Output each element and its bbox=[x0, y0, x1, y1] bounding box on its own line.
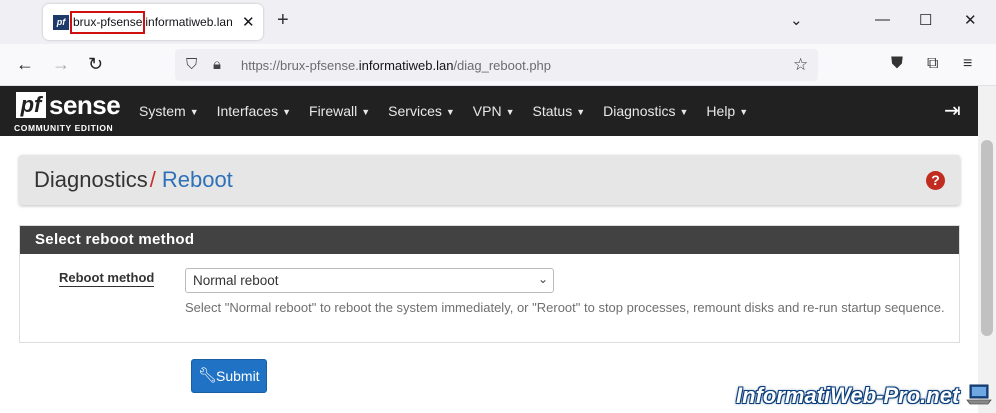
nav-label: Diagnostics bbox=[603, 103, 676, 119]
menu-icon[interactable]: ≡ bbox=[963, 55, 972, 73]
nav-vpn[interactable]: VPN ▼ bbox=[464, 86, 524, 136]
tab-title-rest: informatiweb.lan bbox=[145, 15, 233, 29]
nav-label: Services bbox=[388, 103, 442, 119]
extensions-icon[interactable]: ⧉ bbox=[927, 55, 938, 73]
close-window-icon[interactable]: ✕ bbox=[964, 11, 977, 29]
watermark-laptop-icon bbox=[966, 384, 992, 405]
reboot-method-help: Select "Normal reboot" to reboot the sys… bbox=[185, 300, 945, 315]
nav-firewall[interactable]: Firewall ▼ bbox=[300, 86, 379, 136]
nav-services[interactable]: Services ▼ bbox=[379, 86, 464, 136]
breadcrumb: Diagnostics/Reboot ? bbox=[19, 155, 960, 205]
caret-down-icon: ▼ bbox=[576, 107, 586, 117]
breadcrumb-section[interactable]: Diagnostics bbox=[34, 167, 148, 192]
main-nav: System ▼ Interfaces ▼ Firewall ▼ Services ▼ … bbox=[130, 86, 757, 136]
caret-down-icon: ▼ bbox=[505, 107, 515, 117]
nav-help[interactable]: Help ▼ bbox=[697, 86, 757, 136]
nav-label: Interfaces bbox=[216, 103, 279, 119]
lock-icon[interactable]: 🔒︎ bbox=[213, 56, 221, 73]
page-title: Diagnostics/Reboot bbox=[34, 167, 233, 193]
caret-down-icon: ▼ bbox=[445, 107, 455, 117]
bookmark-star-icon[interactable]: ☆ bbox=[793, 55, 808, 75]
caret-down-icon: ▼ bbox=[739, 107, 749, 117]
caret-down-icon: ▼ bbox=[189, 107, 199, 117]
breadcrumb-separator: / bbox=[149, 167, 156, 192]
url-path: /diag_reboot.php bbox=[453, 58, 552, 73]
caret-down-icon: ▼ bbox=[282, 107, 292, 117]
reboot-method-label: Reboot method bbox=[59, 270, 155, 287]
submit-label: Submit bbox=[216, 368, 260, 384]
reboot-method-select[interactable]: Normal reboot ⌄ bbox=[185, 268, 554, 293]
url-prefix: https://brux-pfsense. bbox=[241, 58, 359, 73]
reload-icon[interactable]: ↻ bbox=[88, 55, 103, 73]
nav-label: Status bbox=[532, 103, 573, 119]
browser-tab[interactable]: pf brux-pfsense informatiweb.lan ✕ bbox=[43, 4, 263, 40]
help-icon[interactable]: ? bbox=[926, 171, 945, 190]
nav-label: VPN bbox=[472, 103, 502, 119]
minimize-icon[interactable]: — bbox=[875, 11, 890, 28]
caret-down-icon: ▼ bbox=[679, 107, 689, 117]
nav-label: Help bbox=[706, 103, 736, 119]
maximize-icon[interactable]: ☐ bbox=[919, 11, 932, 29]
tab-list-chevron-icon[interactable]: ⌄ bbox=[790, 11, 803, 29]
logo-sense: sense bbox=[49, 90, 121, 120]
wrench-icon: 🔧︎ bbox=[198, 367, 218, 384]
forward-arrow-icon[interactable]: → bbox=[52, 55, 70, 73]
nav-interfaces[interactable]: Interfaces ▼ bbox=[208, 86, 300, 136]
tab-title: brux-pfsense informatiweb.lan bbox=[70, 11, 233, 34]
pfsense-favicon-icon: pf bbox=[53, 15, 69, 30]
logout-icon[interactable]: ⇥ bbox=[944, 98, 961, 123]
scrollbar-thumb[interactable] bbox=[981, 140, 993, 336]
submit-button[interactable]: 🔧︎ Submit bbox=[191, 359, 267, 393]
panel-title: Select reboot method bbox=[20, 226, 959, 254]
pfsense-logo[interactable]: pf sense COMMUNITY EDITION bbox=[14, 90, 122, 134]
pfsense-header: pf sense COMMUNITY EDITION System ▼ Inter… bbox=[0, 86, 978, 136]
new-tab-icon[interactable]: + bbox=[277, 9, 289, 32]
nav-diagnostics[interactable]: Diagnostics ▼ bbox=[594, 86, 697, 136]
shield-icon[interactable]: ⛉ bbox=[186, 56, 197, 73]
browser-tab-strip: pf brux-pfsense informatiweb.lan ✕ + ⌄ — … bbox=[0, 0, 996, 44]
nav-system[interactable]: System ▼ bbox=[130, 86, 208, 136]
tab-title-highlight: brux-pfsense bbox=[70, 11, 146, 34]
logo-pf: pf bbox=[16, 92, 46, 118]
breadcrumb-page[interactable]: Reboot bbox=[162, 167, 233, 192]
nav-label: Firewall bbox=[309, 103, 358, 119]
nav-label: System bbox=[139, 103, 186, 119]
chevron-down-icon: ⌄ bbox=[537, 272, 548, 286]
caret-down-icon: ▼ bbox=[361, 107, 371, 117]
close-tab-icon[interactable]: ✕ bbox=[242, 13, 255, 31]
url-field[interactable]: ⛉ 🔒︎ https://brux-pfsense.informatiweb.l… bbox=[175, 49, 818, 81]
logo-edition: COMMUNITY EDITION bbox=[14, 123, 114, 133]
url-text[interactable]: https://brux-pfsense.informatiweb.lan/di… bbox=[241, 58, 551, 73]
back-arrow-icon[interactable]: ← bbox=[16, 55, 34, 73]
reboot-method-panel: Select reboot method Reboot method Norma… bbox=[19, 225, 960, 343]
watermark: InformatiWeb-Pro.net bbox=[736, 383, 960, 408]
pocket-icon[interactable]: ⛊ bbox=[891, 55, 903, 73]
browser-nav-bar: ← → ↻ ⛉ 🔒︎ https://brux-pfsense.informat… bbox=[0, 44, 996, 86]
select-value: Normal reboot bbox=[193, 273, 279, 288]
nav-status[interactable]: Status ▼ bbox=[524, 86, 595, 136]
url-domain: informatiweb.lan bbox=[358, 58, 454, 73]
